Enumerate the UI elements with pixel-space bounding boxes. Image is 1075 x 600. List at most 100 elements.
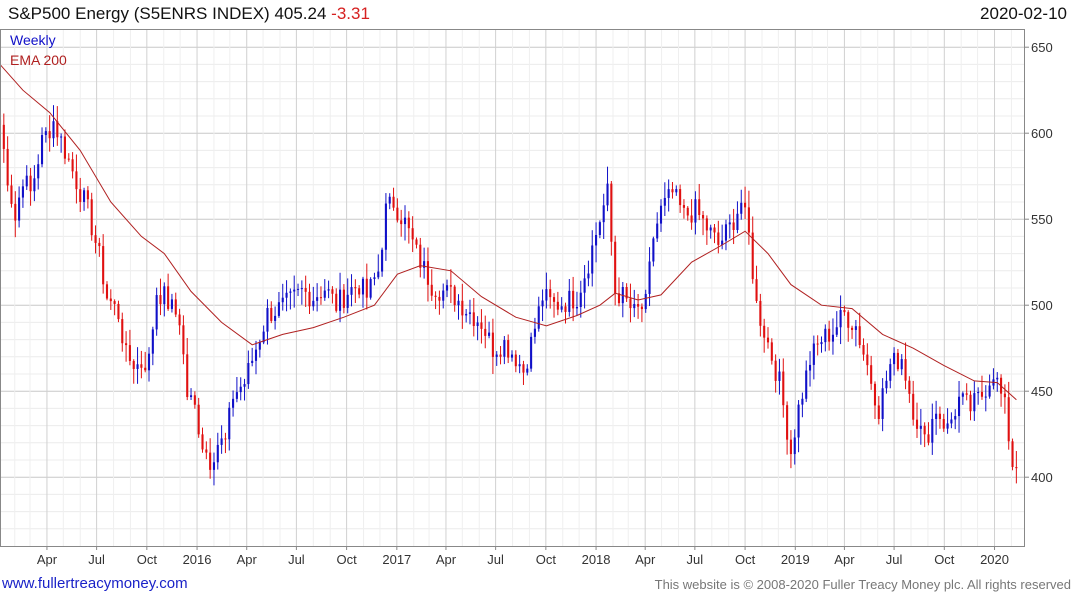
x-tick-label: Oct	[934, 552, 955, 567]
x-tick-label: Jul	[487, 552, 504, 567]
candle-down	[572, 290, 575, 309]
candle-up	[900, 359, 903, 370]
y-tick-label: 450	[1031, 384, 1053, 399]
legend: Weekly EMA 200	[10, 32, 67, 68]
candle-down	[1015, 466, 1018, 469]
candle-down	[201, 434, 204, 450]
candle-up	[510, 354, 514, 358]
candle-up	[946, 423, 949, 429]
candle-down	[522, 364, 525, 373]
candle-down	[744, 202, 747, 208]
candle-down	[132, 360, 135, 369]
x-tick-label: Oct	[536, 552, 557, 567]
candle-up	[824, 328, 827, 343]
candle-down	[866, 354, 869, 366]
candle-down	[499, 354, 502, 357]
candle-up	[445, 285, 449, 291]
candle-up	[316, 297, 319, 301]
candle-up	[526, 368, 529, 373]
candle-up	[384, 203, 387, 250]
candle-up	[545, 289, 548, 301]
candle-up	[931, 418, 934, 443]
candle-up	[258, 342, 261, 350]
candle-up	[579, 292, 582, 307]
candle-down	[308, 291, 311, 307]
candle-up	[323, 290, 326, 298]
website-link[interactable]: www.fullertreacymoney.com	[2, 575, 188, 592]
candle-up	[835, 327, 838, 335]
candle-up	[854, 326, 857, 330]
candle-up	[740, 202, 743, 214]
candle-down	[484, 328, 487, 336]
candle-down	[870, 365, 873, 384]
candle-down	[816, 343, 819, 345]
candle-down	[419, 244, 422, 268]
candle-down	[705, 218, 708, 231]
candle-up	[602, 205, 605, 223]
candle-down	[774, 360, 777, 381]
candle-down	[514, 354, 517, 367]
candle-down	[629, 298, 632, 309]
candle-down	[698, 199, 701, 216]
candle-down	[6, 148, 9, 186]
candle-up	[977, 391, 980, 394]
candle-down	[90, 199, 93, 236]
candle-down	[614, 241, 617, 294]
candle-up	[312, 300, 315, 307]
candle-up	[476, 322, 479, 327]
candle-down	[270, 307, 273, 321]
candle-down	[453, 286, 456, 306]
candle-down	[766, 337, 770, 343]
candle-up	[793, 437, 796, 455]
candle-down	[686, 207, 689, 216]
candle-down	[186, 354, 189, 398]
candle-up	[247, 362, 250, 385]
candle-down	[1011, 441, 1014, 467]
candle-up	[954, 416, 957, 420]
candle-up	[381, 249, 384, 272]
candle-down	[770, 342, 773, 361]
candle-down	[117, 303, 120, 320]
candle-down	[759, 300, 762, 326]
candle-down	[209, 452, 212, 470]
y-axis: 400 450 500 550 600 650	[1024, 40, 1053, 485]
x-tick-label: 2019	[781, 552, 810, 567]
candle-down	[415, 239, 418, 245]
candle-down	[942, 419, 945, 429]
candle-down	[1003, 393, 1006, 398]
candle-down	[877, 405, 880, 419]
candle-up	[266, 307, 269, 332]
candle-up	[243, 384, 246, 387]
candle-down	[86, 190, 89, 200]
candle-down	[717, 232, 720, 245]
candle-up	[147, 353, 151, 371]
candle-down	[640, 306, 643, 310]
candle-up	[820, 342, 823, 345]
candle-up	[984, 396, 987, 398]
candle-up	[893, 352, 896, 365]
candle-up	[377, 271, 380, 278]
candle-down	[14, 203, 17, 221]
candle-up	[254, 349, 258, 361]
candle-down	[224, 438, 227, 440]
candle-up	[232, 398, 235, 408]
candle-down	[552, 297, 556, 302]
candle-up	[957, 396, 961, 417]
candle-down	[671, 189, 674, 193]
candles	[0, 105, 1018, 486]
x-tick-label: Oct	[137, 552, 158, 567]
candle-up	[595, 234, 598, 246]
candle-up	[533, 328, 536, 337]
candle-up	[885, 380, 888, 389]
y-tick-label: 600	[1031, 126, 1053, 141]
y-tick-label: 550	[1031, 212, 1053, 227]
candle-up	[465, 313, 468, 316]
candle-down	[915, 419, 919, 429]
candle-down	[782, 371, 785, 406]
candle-down	[679, 189, 682, 206]
candle-up	[83, 190, 86, 202]
x-tick-label: Apr	[37, 552, 58, 567]
candle-up	[388, 196, 391, 204]
candle-up	[598, 222, 601, 235]
candle-up	[973, 393, 976, 412]
